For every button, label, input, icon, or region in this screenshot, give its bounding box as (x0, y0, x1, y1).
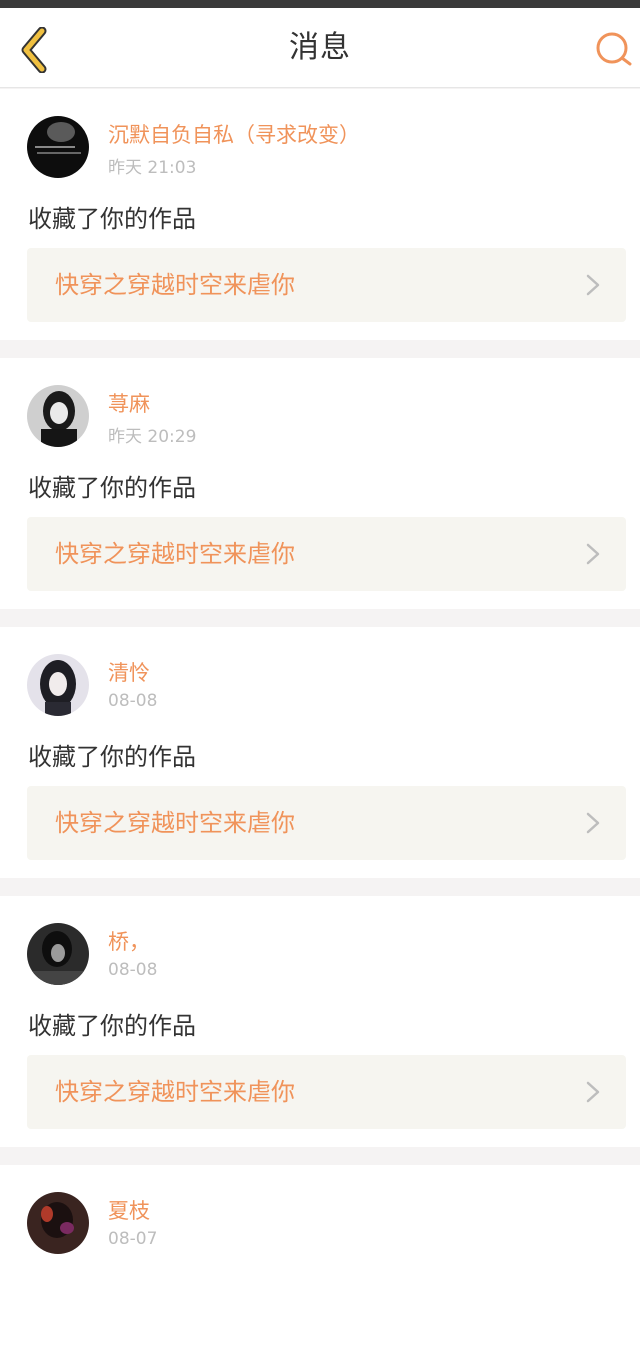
action-text: 收藏了你的作品 (28, 474, 196, 502)
chevron-right-icon (586, 1081, 600, 1103)
message-card: 沉默自负自私（寻求改变） 昨天 21:03 收藏了你的作品 快穿之穿越时空来虐你 (0, 89, 640, 340)
username[interactable]: 清怜 (108, 657, 150, 687)
search-button[interactable] (592, 28, 636, 72)
message-card: 夏枝 08-07 (0, 1165, 640, 1365)
chevron-right-icon (586, 274, 600, 296)
message-card: 荨麻 昨天 20:29 收藏了你的作品 快穿之穿越时空来虐你 (0, 358, 640, 609)
action-text: 收藏了你的作品 (28, 1012, 196, 1040)
username[interactable]: 沉默自负自私（寻求改变） (108, 119, 360, 149)
status-bar (0, 0, 640, 8)
timestamp: 昨天 21:03 (108, 158, 197, 178)
avatar[interactable] (27, 923, 89, 985)
username[interactable]: 夏枝 (108, 1195, 150, 1225)
page-title: 消息 (289, 30, 351, 65)
top-bar: 消息 (0, 8, 640, 88)
action-text: 收藏了你的作品 (28, 205, 196, 233)
timestamp: 昨天 20:29 (108, 427, 197, 447)
avatar[interactable] (27, 385, 89, 447)
work-link[interactable]: 快穿之穿越时空来虐你 (27, 786, 626, 860)
work-title: 快穿之穿越时空来虐你 (55, 540, 295, 568)
username[interactable]: 桥， (108, 926, 150, 956)
work-title: 快穿之穿越时空来虐你 (55, 1078, 295, 1106)
username[interactable]: 荨麻 (108, 388, 150, 418)
message-card: 清怜 08-08 收藏了你的作品 快穿之穿越时空来虐你 (0, 627, 640, 878)
avatar[interactable] (27, 1192, 89, 1254)
chevron-right-icon (586, 812, 600, 834)
chevron-right-icon (586, 543, 600, 565)
timestamp: 08-08 (108, 691, 158, 711)
work-link[interactable]: 快穿之穿越时空来虐你 (27, 248, 626, 322)
work-link[interactable]: 快穿之穿越时空来虐你 (27, 1055, 626, 1129)
avatar[interactable] (27, 116, 89, 178)
timestamp: 08-08 (108, 960, 158, 980)
avatar[interactable] (27, 654, 89, 716)
work-link[interactable]: 快穿之穿越时空来虐你 (27, 517, 626, 591)
timestamp: 08-07 (108, 1229, 158, 1249)
action-text: 收藏了你的作品 (28, 743, 196, 771)
search-icon (596, 32, 632, 66)
message-list: 沉默自负自私（寻求改变） 昨天 21:03 收藏了你的作品 快穿之穿越时空来虐你… (0, 89, 640, 1365)
message-card: 桥， 08-08 收藏了你的作品 快穿之穿越时空来虐你 (0, 896, 640, 1147)
work-title: 快穿之穿越时空来虐你 (55, 271, 295, 299)
work-title: 快穿之穿越时空来虐你 (55, 809, 295, 837)
